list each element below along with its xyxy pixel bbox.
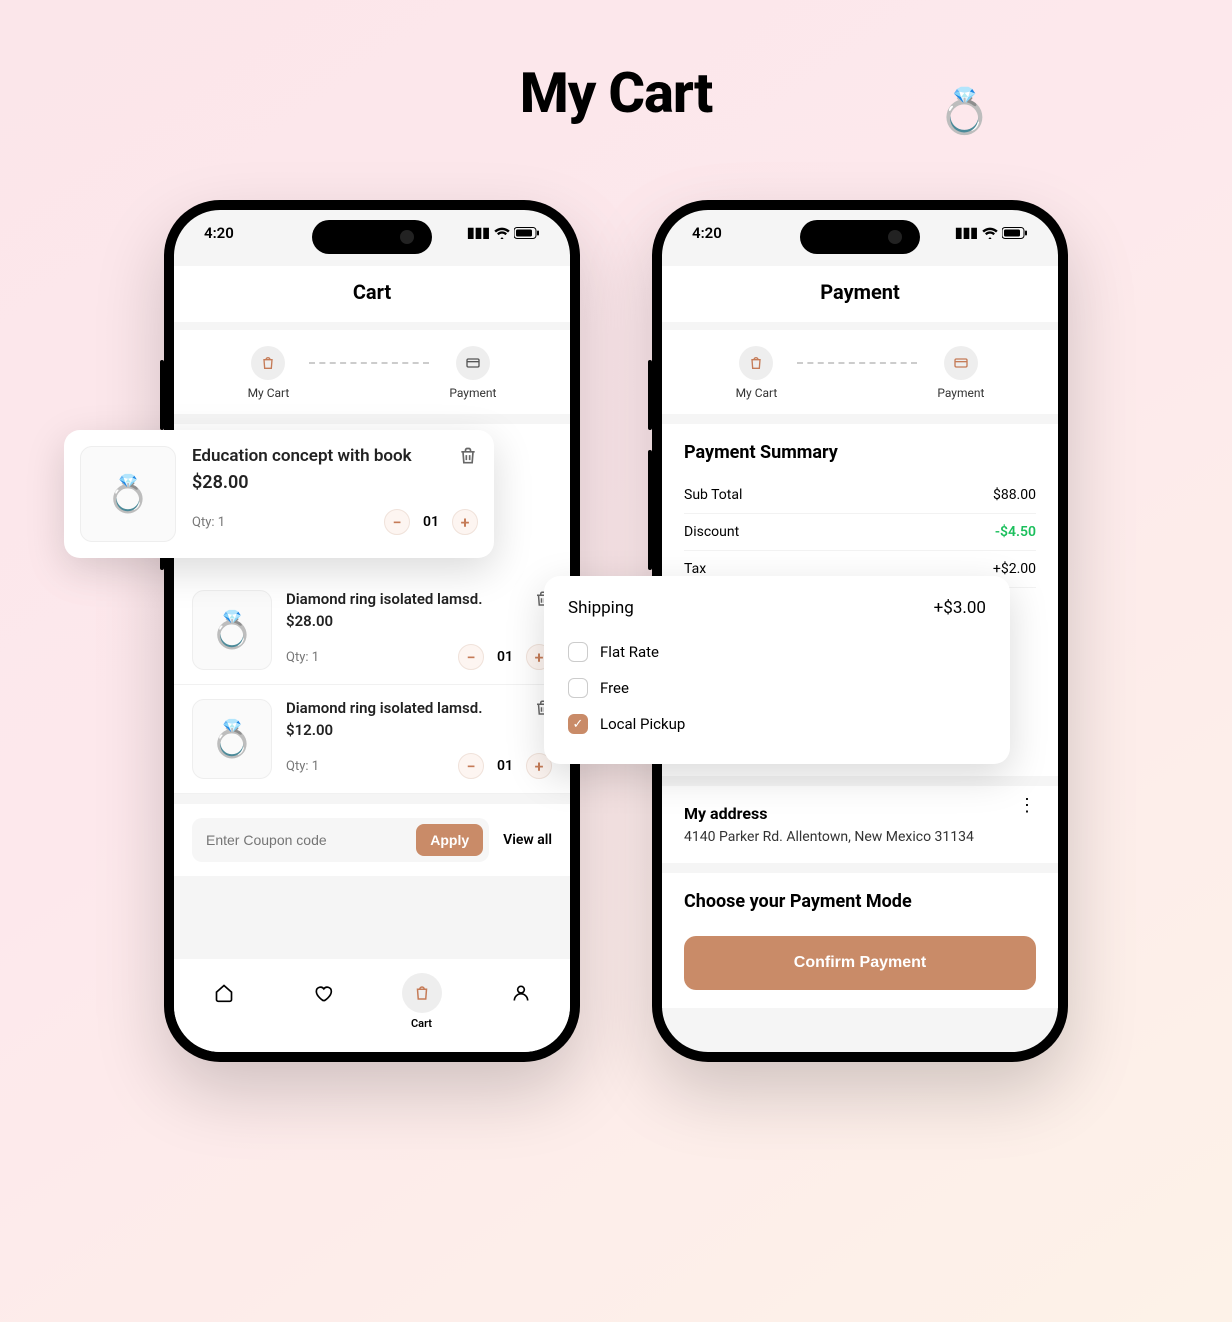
product-price: $28.00 bbox=[286, 612, 552, 630]
qty-value: 01 bbox=[494, 649, 516, 665]
coupon-bar: Apply View all bbox=[174, 804, 570, 876]
card-icon bbox=[944, 346, 978, 380]
step-line bbox=[797, 362, 917, 364]
canvas-title: My Cart bbox=[520, 60, 713, 126]
qty-minus-button[interactable]: − bbox=[458, 644, 484, 670]
user-icon bbox=[501, 973, 541, 1013]
shipping-amount: +$3.00 bbox=[934, 598, 986, 618]
tax-value: +$2.00 bbox=[993, 561, 1036, 577]
discount-label: Discount bbox=[684, 524, 739, 540]
status-time: 4:20 bbox=[692, 224, 722, 242]
qty-plus-button[interactable]: + bbox=[452, 509, 478, 535]
shipping-option-flatrate[interactable]: Flat Rate bbox=[568, 634, 986, 670]
subtotal-label: Sub Total bbox=[684, 487, 742, 503]
screen-title: Payment bbox=[662, 266, 1058, 322]
address-section: My address 4140 Parker Rd. Allentown, Ne… bbox=[662, 786, 1058, 863]
cart-item: 💍 Diamond ring isolated lamsd. $28.00 Qt… bbox=[174, 576, 570, 685]
step-cart[interactable]: My Cart bbox=[736, 346, 778, 400]
checkbox-checked-icon: ✓ bbox=[568, 714, 588, 734]
shipping-option-free[interactable]: Free bbox=[568, 670, 986, 706]
status-time: 4:20 bbox=[204, 224, 234, 242]
nav-cart-label: Cart bbox=[411, 1017, 432, 1030]
subtotal-value: $88.00 bbox=[993, 487, 1036, 503]
card-icon bbox=[456, 346, 490, 380]
step-cart[interactable]: My Cart bbox=[248, 346, 290, 400]
address-title: My address bbox=[684, 804, 974, 823]
product-thumb[interactable]: 💍 bbox=[80, 446, 176, 542]
qty-minus-button[interactable]: − bbox=[384, 509, 410, 535]
product-title: Education concept with book bbox=[192, 446, 412, 466]
screen-title: Cart bbox=[174, 266, 570, 322]
status-icons: ▮▮▮ bbox=[955, 224, 1028, 242]
signal-icon: ▮▮▮ bbox=[955, 225, 978, 241]
step-payment[interactable]: Payment bbox=[937, 346, 984, 400]
step-cart-label: My Cart bbox=[248, 386, 290, 400]
shipping-title: Shipping bbox=[568, 598, 634, 618]
product-price: $12.00 bbox=[286, 721, 552, 739]
qty-label: Qty: 1 bbox=[286, 650, 319, 665]
nav-home[interactable] bbox=[204, 973, 244, 1013]
bag-icon bbox=[739, 346, 773, 380]
product-thumb[interactable]: 💍 bbox=[192, 590, 272, 670]
signal-icon: ▮▮▮ bbox=[467, 225, 490, 241]
qty-minus-button[interactable]: − bbox=[458, 753, 484, 779]
product-title: Diamond ring isolated lamsd. bbox=[286, 590, 482, 608]
step-payment-label: Payment bbox=[449, 386, 496, 400]
apply-button[interactable]: Apply bbox=[416, 824, 483, 856]
tax-label: Tax bbox=[684, 561, 706, 577]
payment-mode-section: Choose your Payment Mode Confirm Payment bbox=[662, 873, 1058, 1008]
shipping-option-label: Flat Rate bbox=[600, 643, 659, 661]
coupon-input[interactable] bbox=[206, 832, 416, 848]
qty-label: Qty: 1 bbox=[192, 515, 225, 530]
bag-icon bbox=[402, 973, 442, 1013]
discount-value: -$4.50 bbox=[995, 524, 1036, 540]
shipping-card: Shipping +$3.00 Flat Rate Free ✓ Local P… bbox=[544, 576, 1010, 764]
wifi-icon bbox=[494, 227, 510, 239]
checkbox-icon bbox=[568, 642, 588, 662]
coupon-input-wrapper: Apply bbox=[192, 818, 489, 862]
confirm-payment-button[interactable]: Confirm Payment bbox=[684, 936, 1036, 990]
address-text: 4140 Parker Rd. Allentown, New Mexico 31… bbox=[684, 829, 974, 845]
step-cart-label: My Cart bbox=[736, 386, 778, 400]
view-all-link[interactable]: View all bbox=[503, 832, 552, 848]
phone-cart: 4:20 ▮▮▮ Cart My Cart bbox=[164, 200, 580, 1062]
product-thumb[interactable]: 💍 bbox=[192, 699, 272, 779]
notch bbox=[800, 220, 920, 254]
home-icon bbox=[204, 973, 244, 1013]
qty-value: 01 bbox=[420, 514, 442, 530]
product-price: $28.00 bbox=[192, 472, 478, 493]
featured-cart-card: 💍 Education concept with book $28.00 Qty… bbox=[64, 430, 494, 558]
wifi-icon bbox=[982, 227, 998, 239]
shipping-option-localpickup[interactable]: ✓ Local Pickup bbox=[568, 706, 986, 742]
payment-mode-title: Choose your Payment Mode bbox=[684, 891, 1036, 912]
heart-icon bbox=[303, 973, 343, 1013]
qty-label: Qty: 1 bbox=[286, 759, 319, 774]
shipping-option-label: Free bbox=[600, 679, 629, 697]
checkbox-icon bbox=[568, 678, 588, 698]
step-line bbox=[309, 362, 429, 364]
battery-icon bbox=[514, 227, 540, 239]
summary-title: Payment Summary bbox=[684, 442, 1036, 463]
bag-icon bbox=[251, 346, 285, 380]
nav-profile[interactable] bbox=[501, 973, 541, 1013]
step-payment-label: Payment bbox=[937, 386, 984, 400]
more-icon[interactable]: ⋮ bbox=[1018, 804, 1036, 808]
product-title: Diamond ring isolated lamsd. bbox=[286, 699, 482, 717]
step-payment[interactable]: Payment bbox=[449, 346, 496, 400]
progress-steps: My Cart Payment bbox=[662, 330, 1058, 414]
cart-item: 💍 Diamond ring isolated lamsd. $12.00 Qt… bbox=[174, 685, 570, 794]
trash-icon[interactable] bbox=[458, 446, 478, 466]
battery-icon bbox=[1002, 227, 1028, 239]
ring-icon: 💍 bbox=[937, 85, 992, 137]
notch bbox=[312, 220, 432, 254]
status-icons: ▮▮▮ bbox=[467, 224, 540, 242]
progress-steps: My Cart Payment bbox=[174, 330, 570, 414]
bottom-nav: Cart bbox=[174, 959, 570, 1052]
qty-value: 01 bbox=[494, 758, 516, 774]
nav-cart[interactable]: Cart bbox=[402, 973, 442, 1030]
shipping-option-label: Local Pickup bbox=[600, 715, 685, 733]
nav-favorites[interactable] bbox=[303, 973, 343, 1013]
